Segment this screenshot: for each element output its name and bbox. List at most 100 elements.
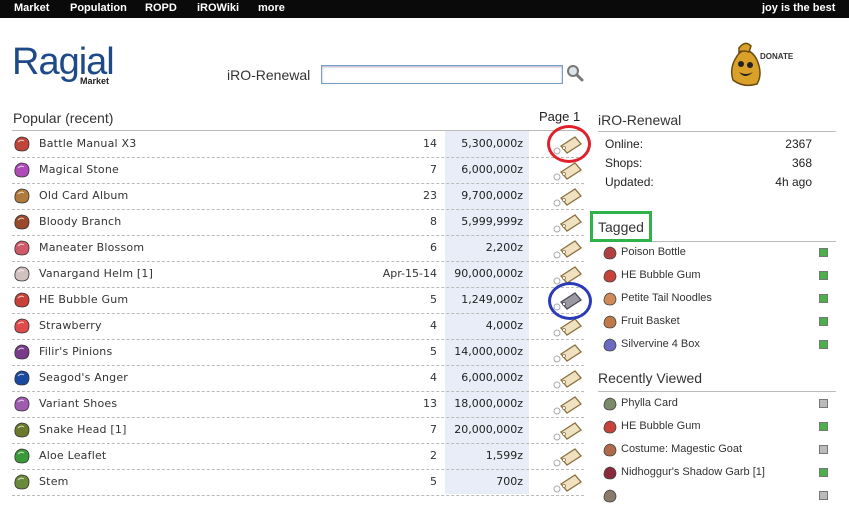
tag-icon[interactable] <box>553 394 583 416</box>
list-item-label[interactable]: Costume: Magestic Goat <box>621 443 742 455</box>
tag-icon[interactable] <box>553 264 583 286</box>
list-item-label[interactable]: Phylla Card <box>621 397 678 409</box>
search-input[interactable] <box>321 65 563 84</box>
server-divider <box>598 131 836 132</box>
page-indicator[interactable]: Page 1 <box>539 109 580 124</box>
status-square-icon[interactable] <box>819 317 828 326</box>
table-row[interactable]: Snake Head [1] 7 20,000,000z <box>12 417 584 444</box>
list-item[interactable]: Fruit Basket <box>602 311 828 333</box>
strawberry-icon <box>12 317 32 335</box>
tag-icon[interactable] <box>553 238 583 260</box>
status-square-icon[interactable] <box>819 294 828 303</box>
item-name[interactable]: Maneater Blossom <box>39 241 144 254</box>
status-square-icon[interactable] <box>819 445 828 454</box>
list-item[interactable] <box>602 485 828 507</box>
tag-icon[interactable] <box>553 420 583 442</box>
tag-icon[interactable] <box>553 160 583 182</box>
status-square-icon[interactable] <box>819 468 828 477</box>
item-name[interactable]: Stem <box>39 475 69 488</box>
item-name[interactable]: Filir's Pinions <box>39 345 112 358</box>
list-item[interactable]: Silvervine 4 Box <box>602 334 828 356</box>
donate-button[interactable]: DONATE <box>723 38 793 88</box>
list-item[interactable]: HE Bubble Gum <box>602 416 828 438</box>
table-row[interactable]: Filir's Pinions 5 14,000,000z <box>12 339 584 366</box>
item-name[interactable]: HE Bubble Gum <box>39 293 128 306</box>
status-square-icon[interactable] <box>819 399 828 408</box>
status-square-icon[interactable] <box>819 271 828 280</box>
list-item[interactable]: Poison Bottle <box>602 242 828 264</box>
table-row[interactable]: Aloe Leaflet 2 1,599z <box>12 443 584 470</box>
list-item-label[interactable]: Silvervine 4 Box <box>621 338 700 350</box>
nav-more[interactable]: more <box>258 0 285 18</box>
tag-icon[interactable] <box>553 472 583 494</box>
status-square-icon[interactable] <box>819 340 828 349</box>
table-row[interactable]: Maneater Blossom 6 2,200z <box>12 235 584 262</box>
shops-value: 368 <box>791 156 812 170</box>
tag-icon[interactable] <box>553 446 583 468</box>
list-item-label[interactable]: Poison Bottle <box>621 246 686 258</box>
table-row[interactable]: Seagod's Anger 4 6,000,000z <box>12 365 584 392</box>
status-square-icon[interactable] <box>819 248 828 257</box>
table-row[interactable]: Battle Manual X3 14 5,300,000z <box>12 131 584 158</box>
item-name[interactable]: Aloe Leaflet <box>39 449 106 462</box>
potion-icon <box>602 245 618 260</box>
table-row[interactable]: Bloody Branch 8 5,999,999z <box>12 209 584 236</box>
crystal-icon <box>12 161 32 179</box>
item-name[interactable]: Strawberry <box>39 319 102 332</box>
item-quantity: 4 <box>430 319 437 332</box>
item-name[interactable]: Snake Head [1] <box>39 423 127 436</box>
status-square-icon[interactable] <box>819 422 828 431</box>
list-item[interactable]: Petite Tail Noodles <box>602 288 828 310</box>
item-quantity: 23 <box>423 189 437 202</box>
tag-icon[interactable] <box>553 342 583 364</box>
list-item-label[interactable]: HE Bubble Gum <box>621 269 700 281</box>
list-item-label[interactable]: Fruit Basket <box>621 315 680 327</box>
shops-label: Shops: <box>605 156 643 170</box>
table-row[interactable]: Stem 5 700z <box>12 469 584 496</box>
noodles-icon <box>602 291 618 306</box>
item-name[interactable]: Battle Manual X3 <box>39 137 136 150</box>
item-price: 2,200z <box>485 241 523 254</box>
online-value: 2367 <box>785 137 812 151</box>
branch-icon <box>12 213 32 231</box>
tag-icon[interactable] <box>553 134 583 156</box>
list-item[interactable]: Phylla Card <box>602 393 828 415</box>
search-icon[interactable] <box>565 63 585 83</box>
nav-population[interactable]: Population <box>70 0 127 18</box>
item-name[interactable]: Magical Stone <box>39 163 119 176</box>
nav-ropd[interactable]: ROPD <box>145 0 177 18</box>
table-row[interactable]: HE Bubble Gum 5 1,249,000z <box>12 287 584 314</box>
list-item[interactable]: Costume: Magestic Goat <box>602 439 828 461</box>
item-name[interactable]: Seagod's Anger <box>39 371 128 384</box>
table-row[interactable]: Vanargand Helm [1] Apr-15-14 90,000,000z <box>12 261 584 288</box>
user-name[interactable]: joy is the best <box>762 0 835 18</box>
table-row[interactable]: Magical Stone 7 6,000,000z <box>12 157 584 184</box>
item-quantity: 2 <box>430 449 437 462</box>
nav-market[interactable]: Market <box>14 0 49 18</box>
item-name[interactable]: Old Card Album <box>39 189 128 202</box>
tag-icon[interactable] <box>553 316 583 338</box>
item-name[interactable]: Bloody Branch <box>39 215 121 228</box>
table-row[interactable]: Old Card Album 23 9,700,000z <box>12 183 584 210</box>
tag-icon[interactable] <box>553 212 583 234</box>
tag-icon[interactable] <box>553 368 583 390</box>
item-name[interactable]: Variant Shoes <box>39 397 117 410</box>
list-item[interactable]: HE Bubble Gum <box>602 265 828 287</box>
item-quantity: 13 <box>423 397 437 410</box>
table-row[interactable]: Variant Shoes 13 18,000,000z <box>12 391 584 418</box>
item-name[interactable]: Vanargand Helm [1] <box>39 267 153 280</box>
tag-icon[interactable] <box>553 290 583 312</box>
helm-icon <box>12 265 32 283</box>
table-row[interactable]: Strawberry 4 4,000z <box>12 313 584 340</box>
list-item-label[interactable]: Nidhoggur's Shadow Garb [1] <box>621 466 765 478</box>
item-price: 4,000z <box>485 319 523 332</box>
recent-divider <box>598 391 836 392</box>
list-item[interactable]: Nidhoggur's Shadow Garb [1] <box>602 462 828 484</box>
item-price: 20,000,000z <box>454 423 523 436</box>
list-item-label[interactable]: Petite Tail Noodles <box>621 292 712 304</box>
nav-irowiki[interactable]: iROWiki <box>197 0 239 18</box>
orb-icon <box>12 369 32 387</box>
list-item-label[interactable]: HE Bubble Gum <box>621 420 700 432</box>
tag-icon[interactable] <box>553 186 583 208</box>
status-square-icon[interactable] <box>819 491 828 500</box>
